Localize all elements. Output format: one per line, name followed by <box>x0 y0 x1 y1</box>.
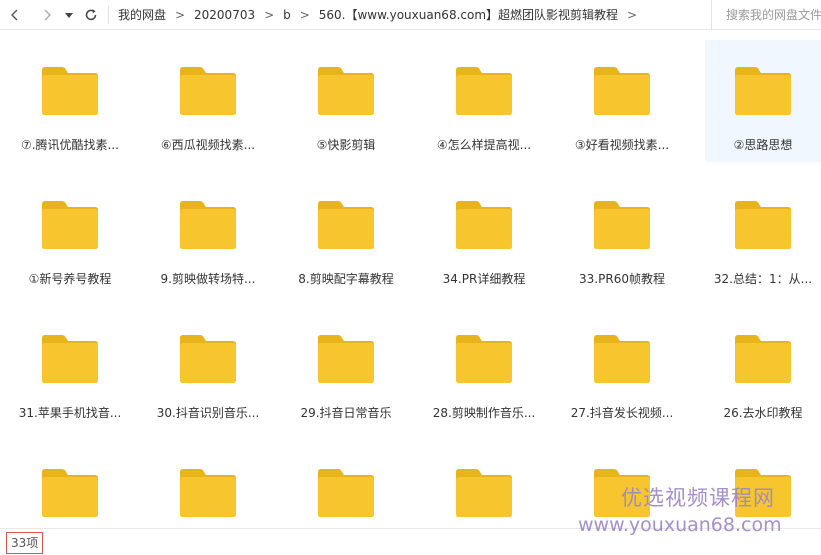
folder-icon <box>735 335 791 383</box>
folder-item[interactable]: 27.抖音发长视频... <box>564 308 680 430</box>
folder-name: 34.PR详细教程 <box>442 272 526 286</box>
folder-item[interactable]: 34.PR详细教程 <box>426 174 542 296</box>
folder-name: 33.PR60帧教程 <box>579 272 665 286</box>
breadcrumb-separator: > <box>299 7 310 22</box>
folder-name: 29.抖音日常音乐 <box>300 406 392 420</box>
toolbar-divider <box>108 5 109 24</box>
folder-name: 27.抖音发长视频... <box>570 406 674 420</box>
folder-name: ⑦.腾讯优酷找素... <box>20 138 120 152</box>
folder-icon <box>318 67 374 115</box>
folder-item[interactable]: ⑦.腾讯优酷找素... <box>12 40 128 162</box>
breadcrumb-separator: > <box>627 7 638 22</box>
folder-name: 28.剪映制作音乐... <box>432 406 536 420</box>
forward-button[interactable] <box>36 4 58 26</box>
folder-icon <box>180 201 236 249</box>
folder-icon <box>42 469 98 517</box>
breadcrumb-item-current-folder[interactable]: 560.【www.youxuan68.com】超燃团队影视剪辑教程 <box>316 6 621 23</box>
status-bar: 33项 <box>0 528 821 555</box>
folder-name: ②思路思想 <box>733 138 793 152</box>
history-dropdown-button[interactable] <box>62 4 76 26</box>
folder-icon <box>594 201 650 249</box>
folder-item[interactable]: 8.剪映配字幕教程 <box>288 174 404 296</box>
folder-icon <box>318 201 374 249</box>
folder-name: ④怎么样提高视... <box>436 138 532 152</box>
folder-item[interactable]: ③好看视频找素... <box>564 40 680 162</box>
back-button[interactable] <box>4 4 26 26</box>
folder-icon <box>735 469 791 517</box>
folder-icon <box>42 201 98 249</box>
search-input[interactable] <box>726 8 821 22</box>
chevron-right-icon <box>44 9 51 20</box>
folder-icon <box>180 469 236 517</box>
folder-item[interactable]: ⑥西瓜视频找素... <box>150 40 266 162</box>
toolbar: 我的网盘 > 20200703 > b > 560.【www.youxuan68… <box>0 0 821 30</box>
folder-icon <box>456 67 512 115</box>
breadcrumb-item-20200703[interactable]: 20200703 <box>191 8 258 22</box>
folder-icon <box>456 335 512 383</box>
folder-name: ⑤快影剪辑 <box>316 138 376 152</box>
folder-icon <box>594 67 650 115</box>
folder-icon <box>180 67 236 115</box>
breadcrumb-separator: > <box>264 7 275 22</box>
folder-icon <box>594 469 650 517</box>
folder-item[interactable]: ④怎么样提高视... <box>426 40 542 162</box>
folder-item[interactable] <box>426 442 542 526</box>
search-box <box>711 0 821 30</box>
folder-item[interactable]: 29.抖音日常音乐 <box>288 308 404 430</box>
folder-item[interactable]: 31.苹果手机找音... <box>12 308 128 430</box>
folder-item[interactable] <box>12 442 128 526</box>
folder-icon <box>318 335 374 383</box>
folder-icon <box>318 469 374 517</box>
folder-icon <box>456 201 512 249</box>
refresh-icon <box>85 8 97 20</box>
item-count: 33项 <box>6 532 44 554</box>
folder-name: 31.苹果手机找音... <box>18 406 122 420</box>
folder-name: 32.总结：1：从... <box>713 272 813 286</box>
folder-item[interactable]: ①新号养号教程 <box>12 174 128 296</box>
folder-item[interactable]: 30.抖音识别音乐... <box>150 308 266 430</box>
folder-name: ③好看视频找素... <box>574 138 670 152</box>
folder-item[interactable]: 33.PR60帧教程 <box>564 174 680 296</box>
folder-item[interactable] <box>705 442 821 526</box>
folder-name: 26.去水印教程 <box>723 406 803 420</box>
breadcrumb: 我的网盘 > 20200703 > b > 560.【www.youxuan68… <box>115 6 643 23</box>
folder-icon <box>735 201 791 249</box>
folder-name: 8.剪映配字幕教程 <box>298 272 394 286</box>
folder-icon <box>735 67 791 115</box>
folder-item[interactable]: 28.剪映制作音乐... <box>426 308 542 430</box>
folder-icon <box>180 335 236 383</box>
folder-grid: ⑦.腾讯优酷找素... ⑥西瓜视频找素... ⑤快影剪辑 ④怎么样提高视... ③好看视… <box>0 40 821 526</box>
folder-icon <box>456 469 512 517</box>
folder-name: ①新号养号教程 <box>28 272 112 286</box>
chevron-left-icon <box>11 9 18 20</box>
folder-name: 9.剪映做转场特... <box>160 272 256 286</box>
folder-item[interactable]: 26.去水印教程 <box>705 308 821 430</box>
folder-item[interactable]: ⑤快影剪辑 <box>288 40 404 162</box>
folder-item[interactable] <box>288 442 404 526</box>
refresh-button[interactable] <box>80 4 102 26</box>
folder-icon <box>594 335 650 383</box>
dropdown-icon <box>65 12 73 18</box>
folder-icon <box>42 67 98 115</box>
breadcrumb-item-my-drive[interactable]: 我的网盘 <box>115 6 169 23</box>
folder-name: ⑥西瓜视频找素... <box>160 138 256 152</box>
folder-item[interactable]: 9.剪映做转场特... <box>150 174 266 296</box>
folder-item[interactable]: ②思路思想 <box>705 40 821 162</box>
breadcrumb-item-b[interactable]: b <box>280 8 294 22</box>
folder-name: 30.抖音识别音乐... <box>156 406 260 420</box>
folder-item[interactable] <box>150 442 266 526</box>
breadcrumb-separator: > <box>174 7 186 22</box>
folder-item[interactable] <box>564 442 680 526</box>
folder-icon <box>42 335 98 383</box>
folder-item[interactable]: 32.总结：1：从... <box>705 174 821 296</box>
